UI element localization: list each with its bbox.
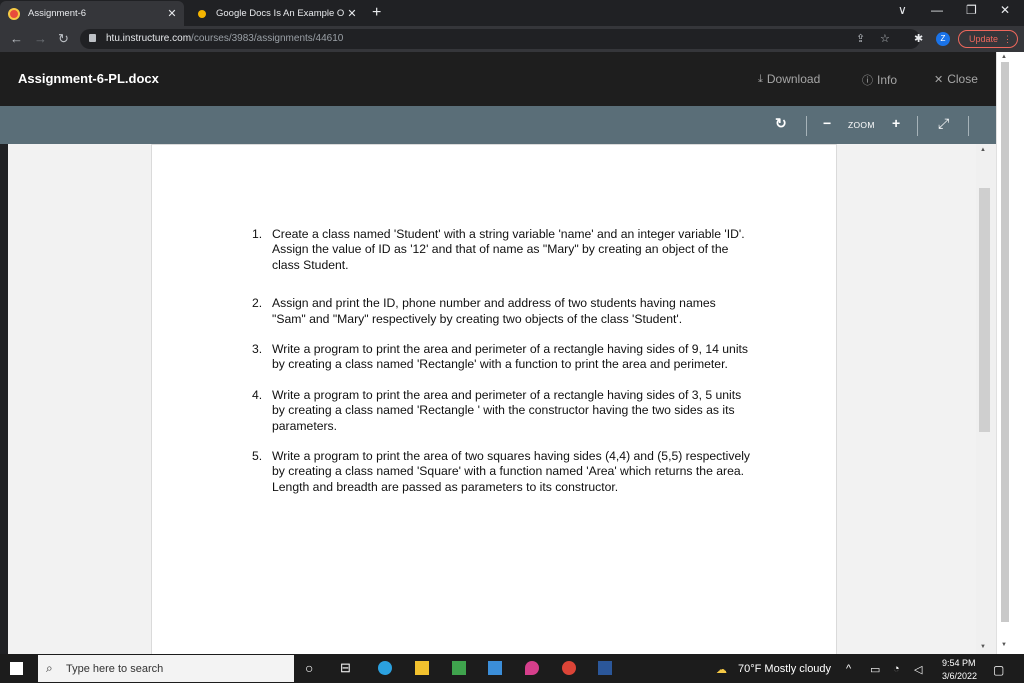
document-page: 1. Create a class named 'Student' with a … xyxy=(151,144,837,654)
task-view-icon[interactable]: ⊟ xyxy=(340,660,351,676)
tab-search-dropdown-icon[interactable]: ∨ xyxy=(898,3,907,17)
mail-icon[interactable] xyxy=(488,661,502,675)
google-favicon-icon xyxy=(198,9,206,18)
extensions-puzzle-icon[interactable]: ✱ xyxy=(914,32,923,45)
volume-icon[interactable]: ◁ xyxy=(914,663,922,676)
close-window-button[interactable]: ✕ xyxy=(1000,3,1010,17)
maximize-window-button[interactable]: ❐ xyxy=(966,3,977,17)
weather-text[interactable]: 70°F Mostly cloudy xyxy=(738,663,831,675)
address-bar[interactable]: htu.instructure.com/courses/3983/assignm… xyxy=(80,29,920,49)
file-preview-header: Assignment-6-PL.docx ⤓ Download ⓘ Info ✕… xyxy=(0,52,1012,106)
zoom-out-button[interactable]: − xyxy=(823,115,831,131)
browser-tab-strip: Assignment-6 ✕ Google Docs Is An Example… xyxy=(0,0,1024,26)
update-button[interactable]: Update ⋮ xyxy=(958,30,1018,48)
list-item: 1. Create a class named 'Student' with a … xyxy=(252,227,745,272)
scrollbar-thumb[interactable] xyxy=(979,188,990,432)
document-viewer[interactable]: 1. Create a class named 'Student' with a … xyxy=(8,144,976,654)
info-icon: ⓘ xyxy=(862,75,873,87)
notifications-icon[interactable]: ▢ xyxy=(993,663,1004,677)
tab-assignment-6[interactable]: Assignment-6 ✕ xyxy=(0,1,184,26)
profile-avatar[interactable]: Z xyxy=(936,32,950,46)
info-button[interactable]: ⓘ Info xyxy=(862,72,897,88)
windows-taskbar: ⌕ Type here to search ○ ⊟ ☁ 70°F Mostly … xyxy=(0,654,1024,683)
rotate-icon[interactable]: ↻ xyxy=(775,115,787,132)
tab-google-docs[interactable]: Google Docs Is An Example Of: C ✕ xyxy=(188,1,364,26)
clock-date[interactable]: 3/6/2022 xyxy=(942,671,977,681)
zoom-label: ZOOM xyxy=(848,120,875,130)
close-tab-icon[interactable]: ✕ xyxy=(344,7,360,20)
minimize-window-button[interactable]: — xyxy=(931,3,943,17)
file-name: Assignment-6-PL.docx xyxy=(18,71,159,86)
share-icon[interactable]: ⇪ xyxy=(856,32,865,45)
search-placeholder: Type here to search xyxy=(66,663,164,675)
list-item: 4. Write a program to print the area and … xyxy=(252,387,742,433)
paint-icon[interactable] xyxy=(525,661,539,675)
bookmark-star-icon[interactable]: ☆ xyxy=(880,32,890,45)
chevron-up-icon[interactable]: ^ xyxy=(846,663,851,675)
list-item: 3. Write a program to print the area and … xyxy=(252,342,749,372)
toolbar-divider xyxy=(917,116,918,136)
windows-start-icon[interactable] xyxy=(10,662,23,675)
back-button[interactable]: ← xyxy=(10,31,23,46)
download-button[interactable]: ⤓ Download xyxy=(758,72,820,86)
viewer-toolbar: ↻ − ZOOM + ⤢ xyxy=(0,106,996,144)
file-explorer-icon[interactable] xyxy=(415,661,429,675)
url-text: htu.instructure.com/courses/3983/assignm… xyxy=(106,33,344,44)
list-item: 2. Assign and print the ID, phone number … xyxy=(252,296,716,326)
tab-title: Google Docs Is An Example Of: C xyxy=(216,8,344,19)
scrollbar-thumb[interactable] xyxy=(1001,62,1009,622)
chrome-icon[interactable] xyxy=(562,661,576,675)
toolbar-divider xyxy=(806,116,807,136)
weather-icon: ☁ xyxy=(716,664,727,676)
search-icon: ⌕ xyxy=(46,661,53,675)
viewer-scrollbar[interactable]: ▲ ▼ xyxy=(976,144,996,654)
menu-dots-icon: ⋮ xyxy=(1003,34,1012,44)
fullscreen-expand-icon[interactable]: ⤢ xyxy=(938,115,949,132)
scroll-up-icon[interactable]: ▲ xyxy=(1001,54,1007,60)
close-preview-button[interactable]: ✕ Close xyxy=(934,72,978,86)
tab-title: Assignment-6 xyxy=(28,8,87,19)
scroll-up-icon[interactable]: ▲ xyxy=(980,147,986,153)
clock-time[interactable]: 9:54 PM xyxy=(942,658,976,668)
browser-toolbar: ← → ↻ htu.instructure.com/courses/3983/a… xyxy=(0,26,1024,52)
new-tab-button[interactable]: + xyxy=(372,4,381,22)
wifi-icon[interactable]: ◔ xyxy=(893,663,900,675)
reload-button[interactable]: ↻ xyxy=(58,31,69,47)
word-icon[interactable] xyxy=(598,661,612,675)
store-icon[interactable] xyxy=(452,661,466,675)
list-item: 5. Write a program to print the area of t… xyxy=(252,449,751,494)
close-icon: ✕ xyxy=(934,73,944,86)
page-scrollbar[interactable]: ▲ ▼ xyxy=(996,52,1024,654)
cortana-icon[interactable]: ○ xyxy=(305,660,313,676)
taskbar-search-input[interactable]: ⌕ Type here to search xyxy=(38,655,294,682)
forward-button[interactable]: → xyxy=(34,31,47,46)
download-icon: ⤓ xyxy=(758,72,763,85)
canvas-favicon-icon xyxy=(8,7,20,20)
toolbar-divider xyxy=(968,116,969,136)
scroll-down-icon[interactable]: ▼ xyxy=(980,644,986,650)
lock-icon xyxy=(89,34,96,42)
edge-icon[interactable] xyxy=(378,661,392,675)
scroll-down-icon[interactable]: ▼ xyxy=(1001,642,1007,648)
question-list: 1. Create a class named 'Student' with a … xyxy=(252,227,772,510)
battery-icon[interactable]: ▭ xyxy=(870,663,880,676)
close-tab-icon[interactable]: ✕ xyxy=(164,7,180,20)
zoom-in-button[interactable]: + xyxy=(892,115,900,131)
